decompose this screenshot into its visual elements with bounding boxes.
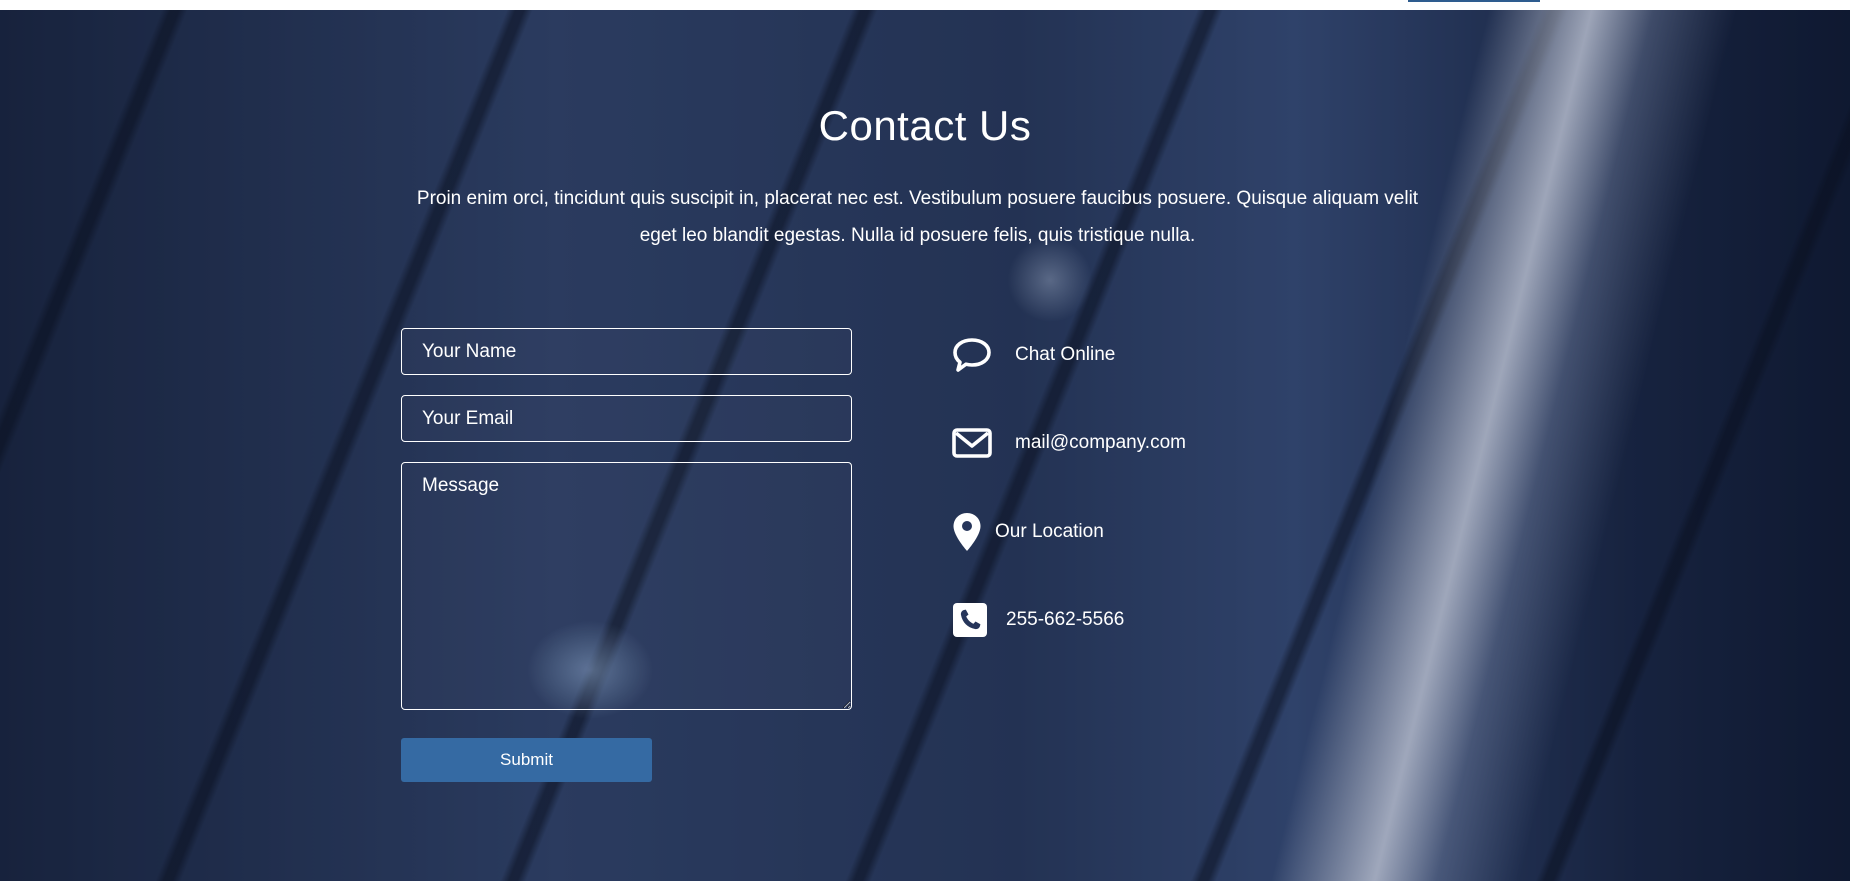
info-label-chat: Chat Online [1015, 344, 1116, 365]
envelope-icon [952, 423, 992, 463]
contact-section: Contact Us Proin enim orci, tincidunt qu… [0, 10, 1850, 881]
section-intro: Proin enim orci, tincidunt quis suscipit… [416, 188, 1419, 246]
message-textarea[interactable] [401, 462, 852, 710]
submit-button[interactable]: Submit [401, 738, 652, 782]
top-bar [0, 0, 1850, 10]
contact-content: Contact Us Proin enim orci, tincidunt qu… [0, 10, 1850, 881]
chat-bubble-icon [952, 335, 992, 375]
section-title: Contact Us [818, 102, 1032, 149]
info-label-email: mail@company.com [1015, 432, 1186, 453]
name-input[interactable] [401, 328, 852, 375]
info-item-email[interactable]: mail@company.com [952, 420, 1186, 466]
phone-icon [952, 600, 988, 640]
map-pin-icon [952, 512, 982, 552]
info-label-phone: 255-662-5566 [1006, 609, 1125, 630]
info-item-chat[interactable]: Chat Online [952, 332, 1115, 378]
info-label-location: Our Location [995, 521, 1104, 542]
top-bar-accent [1408, 0, 1540, 2]
info-item-location[interactable]: Our Location [952, 509, 1104, 555]
email-input[interactable] [401, 395, 852, 442]
info-item-phone[interactable]: 255-662-5566 [952, 597, 1124, 643]
